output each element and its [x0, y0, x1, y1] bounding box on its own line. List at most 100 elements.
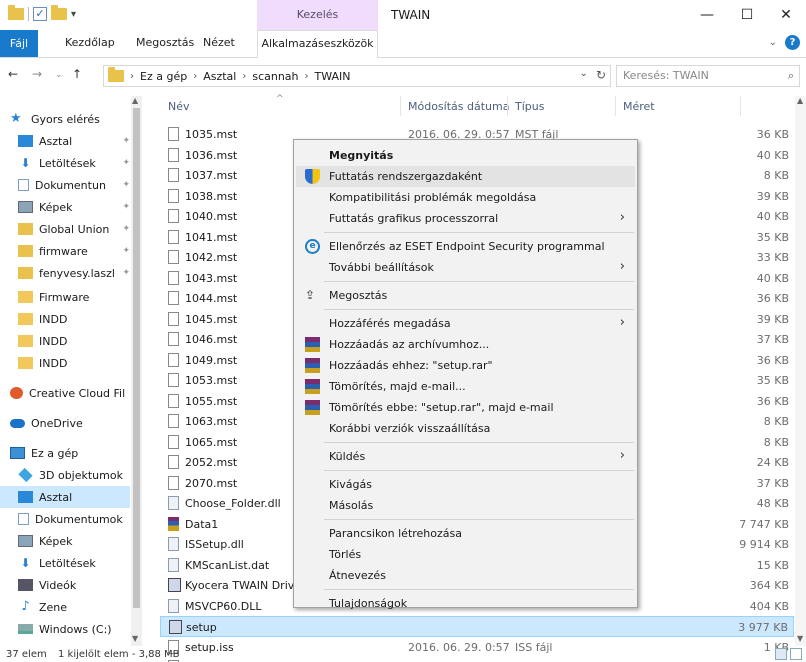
menu-item[interactable]: Parancsikon létrehozása	[296, 523, 635, 544]
scroll-up-icon[interactable]: ▲	[132, 96, 138, 105]
column-type[interactable]: Típus	[515, 100, 544, 113]
menu-item[interactable]: Küldés ›	[296, 446, 635, 467]
column-date[interactable]: Módosítás dátuma	[408, 100, 509, 113]
menu-item[interactable]: ⇪ Megosztás	[296, 285, 635, 306]
tab-home[interactable]: Kezdőlap	[65, 36, 115, 49]
nav-fenyvesy[interactable]: fenyvesy.laszl ✦	[0, 262, 130, 284]
file-size: 9 914 KB	[739, 538, 789, 551]
new-folder-quick-icon[interactable]	[51, 5, 67, 20]
expand-ribbon-icon[interactable]: ⌄	[769, 37, 777, 48]
nav-videos[interactable]: Videók	[0, 574, 130, 596]
menu-item[interactable]: Hozzáadás ehhez: "setup.rar"	[296, 355, 635, 376]
column-name[interactable]: Név	[168, 100, 190, 113]
scroll-down-icon[interactable]: ▼	[797, 634, 803, 643]
tab-file[interactable]: Fájl	[0, 30, 38, 57]
menu-item[interactable]: Futtatás rendszergazdaként	[296, 166, 635, 187]
nav-pictures-pinned[interactable]: Képek ✦	[0, 196, 130, 218]
nav-this-pc[interactable]: Ez a gép	[0, 442, 130, 464]
column-divider[interactable]	[507, 96, 508, 116]
menu-item[interactable]: Átnevezés	[296, 565, 635, 586]
chevron-right-icon[interactable]: ›	[130, 71, 134, 82]
menu-item[interactable]: e Ellenőrzés az ESET Endpoint Security pr…	[296, 236, 635, 257]
winrar-archive-icon	[168, 517, 179, 531]
nav-downloads[interactable]: ⬇ Letöltések	[0, 552, 130, 574]
nav-indd-3[interactable]: INDD	[0, 352, 130, 374]
file-icon	[168, 414, 179, 428]
tab-view[interactable]: Nézet	[203, 36, 235, 49]
address-bar[interactable]: › Ez a gép › Asztal › scannah › TWAIN ⌄ …	[103, 65, 611, 87]
up-icon[interactable]: ↑	[72, 67, 82, 81]
nav-downloads-pinned[interactable]: ⬇ Letöltések ✦	[0, 152, 130, 174]
menu-item[interactable]: Kompatibilitási problémák megoldása	[296, 187, 635, 208]
refresh-icon[interactable]: ↻	[596, 68, 606, 82]
file-list-scrollbar[interactable]: ▲ ▼	[795, 96, 806, 646]
breadcrumb-desktop[interactable]: Asztal	[203, 70, 236, 83]
menu-item[interactable]: Megnyitás	[296, 145, 635, 166]
nav-documents[interactable]: Dokumentumok	[0, 508, 130, 530]
menu-item[interactable]: Tömörítés, majd e-mail...	[296, 376, 635, 397]
documents-icon	[18, 179, 29, 191]
chevron-right-icon[interactable]: ›	[193, 71, 197, 82]
search-icon[interactable]: ⌕	[788, 66, 794, 86]
column-divider[interactable]	[615, 96, 616, 116]
tab-share[interactable]: Megosztás	[136, 36, 194, 49]
nav-documents-pinned[interactable]: Dokumentun ✦	[0, 174, 130, 196]
menu-item[interactable]: Korábbi verziók visszaállítása	[296, 418, 635, 439]
column-divider[interactable]	[400, 96, 401, 116]
nav-drive-c[interactable]: Windows (C:)	[0, 618, 130, 640]
column-divider[interactable]	[740, 96, 741, 116]
file-name: 1049.mst	[185, 354, 238, 367]
file-row[interactable]: setup 3 977 KB	[160, 616, 794, 637]
scroll-down-icon[interactable]: ▼	[132, 634, 138, 643]
customize-quick-access-icon[interactable]: ▾	[71, 9, 76, 20]
chevron-right-icon[interactable]: ›	[242, 71, 246, 82]
recent-locations-icon[interactable]: ⌄	[55, 70, 63, 80]
properties-quick-icon[interactable]: ✓	[33, 7, 47, 21]
nav-3d-objects[interactable]: 3D objektumok	[0, 464, 130, 486]
menu-item-label: Futtatás grafikus processzorral	[329, 212, 499, 225]
nav-pictures[interactable]: Képek	[0, 530, 130, 552]
menu-item[interactable]: Tömörítés ebbe: "setup.rar", majd e-mail	[296, 397, 635, 418]
history-dropdown-icon[interactable]: ⌄	[580, 68, 588, 82]
close-button[interactable]: ✕	[766, 4, 806, 26]
scroll-up-icon[interactable]: ▲	[797, 96, 803, 105]
minimize-button[interactable]: —	[687, 4, 727, 26]
nav-indd-1[interactable]: INDD	[0, 308, 130, 330]
nav-desktop[interactable]: Asztal	[0, 486, 130, 508]
nav-creative-cloud[interactable]: Creative Cloud Fil	[0, 382, 130, 404]
nav-desktop-pinned[interactable]: Asztal ✦	[0, 130, 130, 152]
menu-item[interactable]: Tulajdonságok	[296, 593, 635, 614]
nav-label: Windows (C:)	[39, 622, 112, 636]
chevron-right-icon[interactable]: ›	[305, 71, 309, 82]
nav-scrollbar[interactable]: ▲ ▼	[131, 96, 142, 646]
large-icons-view-icon[interactable]	[790, 648, 802, 660]
forward-icon[interactable]: →	[32, 67, 42, 81]
menu-item[interactable]: Futtatás grafikus processzorral ›	[296, 208, 635, 229]
nav-music[interactable]: ♪ Zene	[0, 596, 130, 618]
nav-firmware[interactable]: Firmware	[0, 286, 130, 308]
menu-item[interactable]: Másolás	[296, 495, 635, 516]
menu-item[interactable]: Hozzáférés megadása ›	[296, 313, 635, 334]
breadcrumb-twain[interactable]: TWAIN	[315, 70, 351, 83]
column-size[interactable]: Méret	[623, 100, 655, 113]
maximize-button[interactable]: ☐	[727, 4, 767, 26]
menu-item[interactable]: Törlés	[296, 544, 635, 565]
menu-item[interactable]: Hozzáadás az archívumhoz...	[296, 334, 635, 355]
menu-item[interactable]: További beállítások ›	[296, 257, 635, 278]
nav-quick-access[interactable]: ★ Gyors elérés	[0, 108, 130, 130]
breadcrumb-this-pc[interactable]: Ez a gép	[140, 70, 187, 83]
nav-onedrive[interactable]: OneDrive	[0, 412, 130, 434]
nav-label: firmware	[39, 244, 88, 258]
tab-application-tools[interactable]: Alkalmazáseszközök	[257, 30, 378, 58]
scrollbar-thumb[interactable]	[133, 108, 140, 608]
back-icon[interactable]: ←	[8, 67, 18, 81]
nav-firmware-pinned[interactable]: firmware ✦	[0, 240, 130, 262]
menu-item[interactable]: Kivágás	[296, 474, 635, 495]
search-input[interactable]: Keresés: TWAIN ⌕	[616, 65, 800, 87]
nav-indd-2[interactable]: INDD	[0, 330, 130, 352]
nav-label: 3D objektumok	[39, 468, 123, 482]
breadcrumb-scannah[interactable]: scannah	[252, 70, 298, 83]
nav-global-union[interactable]: Global Union ✦	[0, 218, 130, 240]
help-icon[interactable]: ?	[785, 35, 800, 50]
details-view-icon[interactable]	[775, 648, 787, 660]
